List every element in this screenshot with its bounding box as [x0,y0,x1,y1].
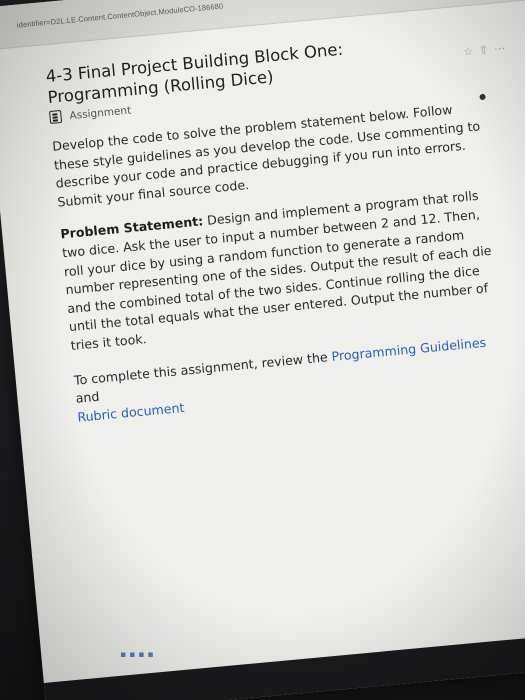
app-icon[interactable]: ▪ [129,650,138,660]
problem-text: Design and implement a program that roll… [61,188,493,353]
photo-frame: identifier=D2L.LE.Content.ContentObject.… [0,0,525,700]
dock-icons: ▪▪▪▪ [120,650,156,660]
programming-guidelines-link[interactable]: Programming Guidelines [331,334,487,363]
more-icon[interactable]: ⋯ [494,41,512,56]
taskbar [43,631,525,700]
app-icon[interactable]: ▪ [138,650,147,660]
assignment-content: 4-3 Final Project Building Block One: Pr… [45,26,517,427]
app-icon[interactable]: ▪ [120,650,129,660]
address-text[interactable]: identifier=D2L.LE.Content.ContentObject.… [17,2,224,30]
browser-window: identifier=D2L.LE.Content.ContentObject.… [0,0,525,700]
completion-prefix: To complete this assignment, review the [73,348,333,388]
content-type-label: Assignment [68,103,132,122]
problem-paragraph: Problem Statement: Design and implement … [60,185,510,355]
assignment-icon [49,109,63,124]
completion-and: and [74,388,100,406]
app-icon[interactable]: ▪ [147,650,156,660]
